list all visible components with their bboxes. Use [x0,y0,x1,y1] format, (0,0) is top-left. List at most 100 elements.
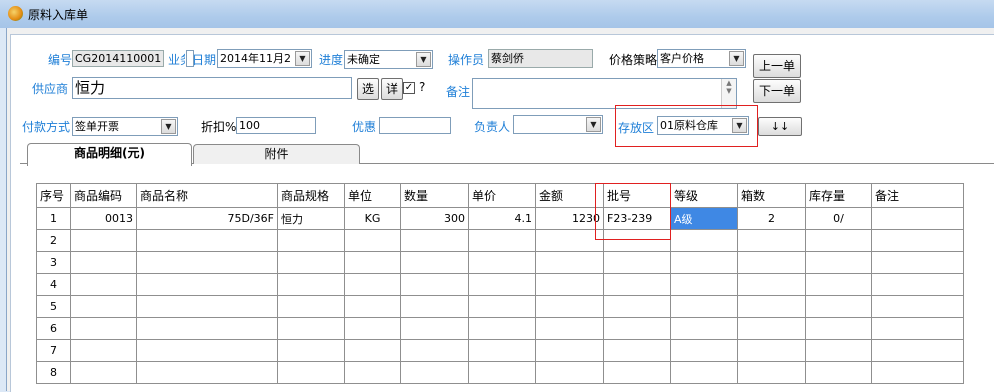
table-cell[interactable] [535,317,604,340]
table-cell[interactable] [70,273,137,296]
column-header[interactable]: 序号 [36,183,71,208]
table-cell[interactable] [805,273,872,296]
table-cell[interactable] [670,251,738,274]
supplier-checkbox[interactable]: ✓ [403,82,415,94]
biz-checkbox[interactable] [186,50,194,67]
table-cell[interactable] [468,361,536,384]
table-cell[interactable] [136,361,278,384]
progress-select[interactable]: 未确定 ▼ [344,50,433,69]
column-header[interactable]: 商品规格 [277,183,345,208]
table-cell[interactable] [737,251,806,274]
table-cell[interactable] [344,273,401,296]
operator-field[interactable]: 蔡剑侨 [488,49,593,68]
table-cell[interactable] [400,229,469,252]
table-cell[interactable] [603,339,671,362]
table-cell[interactable]: 4.1 [468,207,536,230]
table-cell[interactable] [277,317,345,340]
table-cell[interactable] [70,295,137,318]
table-cell[interactable] [805,339,872,362]
table-cell[interactable] [535,295,604,318]
payment-select[interactable]: 签单开票 ▼ [72,117,178,136]
table-cell[interactable] [70,361,137,384]
table-cell[interactable] [603,361,671,384]
chevron-down-icon[interactable]: ▼ [295,51,310,66]
table-cell[interactable] [871,339,964,362]
chevron-down-icon[interactable]: ▼ [729,51,744,66]
table-cell[interactable] [468,339,536,362]
table-cell[interactable] [344,295,401,318]
chevron-down-icon[interactable]: ▼ [732,118,747,133]
table-cell[interactable] [344,339,401,362]
table-cell[interactable] [400,361,469,384]
table-cell[interactable] [468,317,536,340]
table-cell[interactable] [737,229,806,252]
help-icon[interactable]: ? [419,80,425,94]
table-cell[interactable] [603,317,671,340]
table-cell[interactable] [277,361,345,384]
table-cell[interactable] [400,295,469,318]
table-cell[interactable] [603,295,671,318]
table-cell[interactable] [603,273,671,296]
table-cell[interactable] [805,251,872,274]
table-cell[interactable] [871,273,964,296]
table-cell[interactable] [468,273,536,296]
table-cell[interactable] [871,229,964,252]
table-row[interactable]: 2 [36,229,964,252]
chevron-down-icon[interactable]: ▼ [586,117,601,132]
table-cell[interactable] [70,229,137,252]
table-cell[interactable] [737,361,806,384]
column-header[interactable]: 单价 [468,183,536,208]
table-cell[interactable] [535,273,604,296]
date-picker[interactable]: 2014年11月2 ▼ [217,49,312,68]
table-row[interactable]: 3 [36,251,964,274]
column-header[interactable]: 数量 [400,183,469,208]
table-cell[interactable] [400,317,469,340]
select-supplier-button[interactable]: 选 [357,78,379,100]
storage-select[interactable]: 01原料仓库 ▼ [657,116,749,135]
table-row[interactable]: 8 [36,361,964,384]
table-cell[interactable] [277,295,345,318]
table-cell[interactable] [871,207,964,230]
tab-attachment[interactable]: 附件 [193,144,360,164]
tab-product-detail[interactable]: 商品明细(元) [27,143,192,166]
table-cell[interactable]: 75D/36F [136,207,278,230]
table-cell[interactable] [737,339,806,362]
prev-button[interactable]: 上一单 [753,54,801,78]
table-cell[interactable] [70,339,137,362]
discount-field[interactable]: 100 [236,117,316,134]
table-cell[interactable] [70,317,137,340]
table-cell[interactable]: 恒力 [277,207,345,230]
table-cell[interactable]: 300 [400,207,469,230]
table-cell[interactable] [805,317,872,340]
table-cell[interactable] [871,361,964,384]
table-cell[interactable]: 1230 [535,207,604,230]
manager-select[interactable]: ▼ [513,115,603,134]
table-cell[interactable] [535,229,604,252]
table-cell[interactable] [136,229,278,252]
fill-down-button[interactable]: ↓↓ [758,117,802,136]
table-cell[interactable] [277,229,345,252]
table-cell[interactable] [136,273,278,296]
remark-scrollbar[interactable]: ▲ ▼ [721,79,736,108]
table-row[interactable]: 4 [36,273,964,296]
table-cell[interactable]: 2 [737,207,806,230]
table-cell[interactable] [400,273,469,296]
table-cell[interactable] [468,229,536,252]
table-cell[interactable] [871,295,964,318]
column-header[interactable]: 等级 [670,183,738,208]
table-cell[interactable] [344,317,401,340]
column-header[interactable]: 商品编码 [70,183,137,208]
chevron-down-icon[interactable]: ▼ [416,52,431,67]
table-cell[interactable] [400,339,469,362]
table-cell[interactable] [670,339,738,362]
table-cell[interactable] [468,251,536,274]
column-header[interactable]: 箱数 [737,183,806,208]
table-cell[interactable]: 0013 [70,207,137,230]
table-row[interactable]: 1 0013 75D/36F 恒力 KG 300 4.1 1230 F23-239 A级 2 0/ [36,207,964,230]
table-cell[interactable] [737,295,806,318]
table-cell[interactable] [468,295,536,318]
table-cell[interactable] [277,339,345,362]
table-cell[interactable] [344,229,401,252]
table-cell[interactable]: A级 [670,207,738,230]
table-cell[interactable] [670,295,738,318]
